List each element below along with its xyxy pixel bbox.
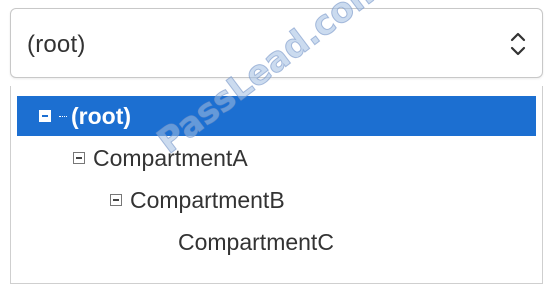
tree-connector	[59, 115, 67, 117]
tree-item-label: CompartmentC	[178, 228, 334, 255]
tree-item-label: CompartmentB	[130, 186, 285, 213]
tree-item-label: CompartmentA	[93, 144, 248, 171]
dropdown-tree: (root) CompartmentA CompartmentB Compart…	[10, 86, 543, 284]
tree-item-compartment-c[interactable]: CompartmentC	[11, 222, 542, 262]
tree-item-root[interactable]: (root)	[17, 96, 536, 136]
compartment-select[interactable]: (root)	[10, 8, 543, 78]
tree-item-compartment-b[interactable]: CompartmentB	[11, 180, 542, 220]
collapse-toggle-icon[interactable]	[73, 152, 85, 164]
select-value: (root)	[27, 31, 86, 58]
chevron-up-down-icon	[510, 32, 526, 56]
tree-item-label: (root)	[71, 102, 132, 129]
tree-item-compartment-a[interactable]: CompartmentA	[11, 138, 542, 178]
collapse-toggle-icon[interactable]	[39, 110, 51, 122]
collapse-toggle-icon[interactable]	[110, 194, 122, 206]
compartment-picker: (root) (root) CompartmentA CompartmentB …	[0, 0, 550, 291]
